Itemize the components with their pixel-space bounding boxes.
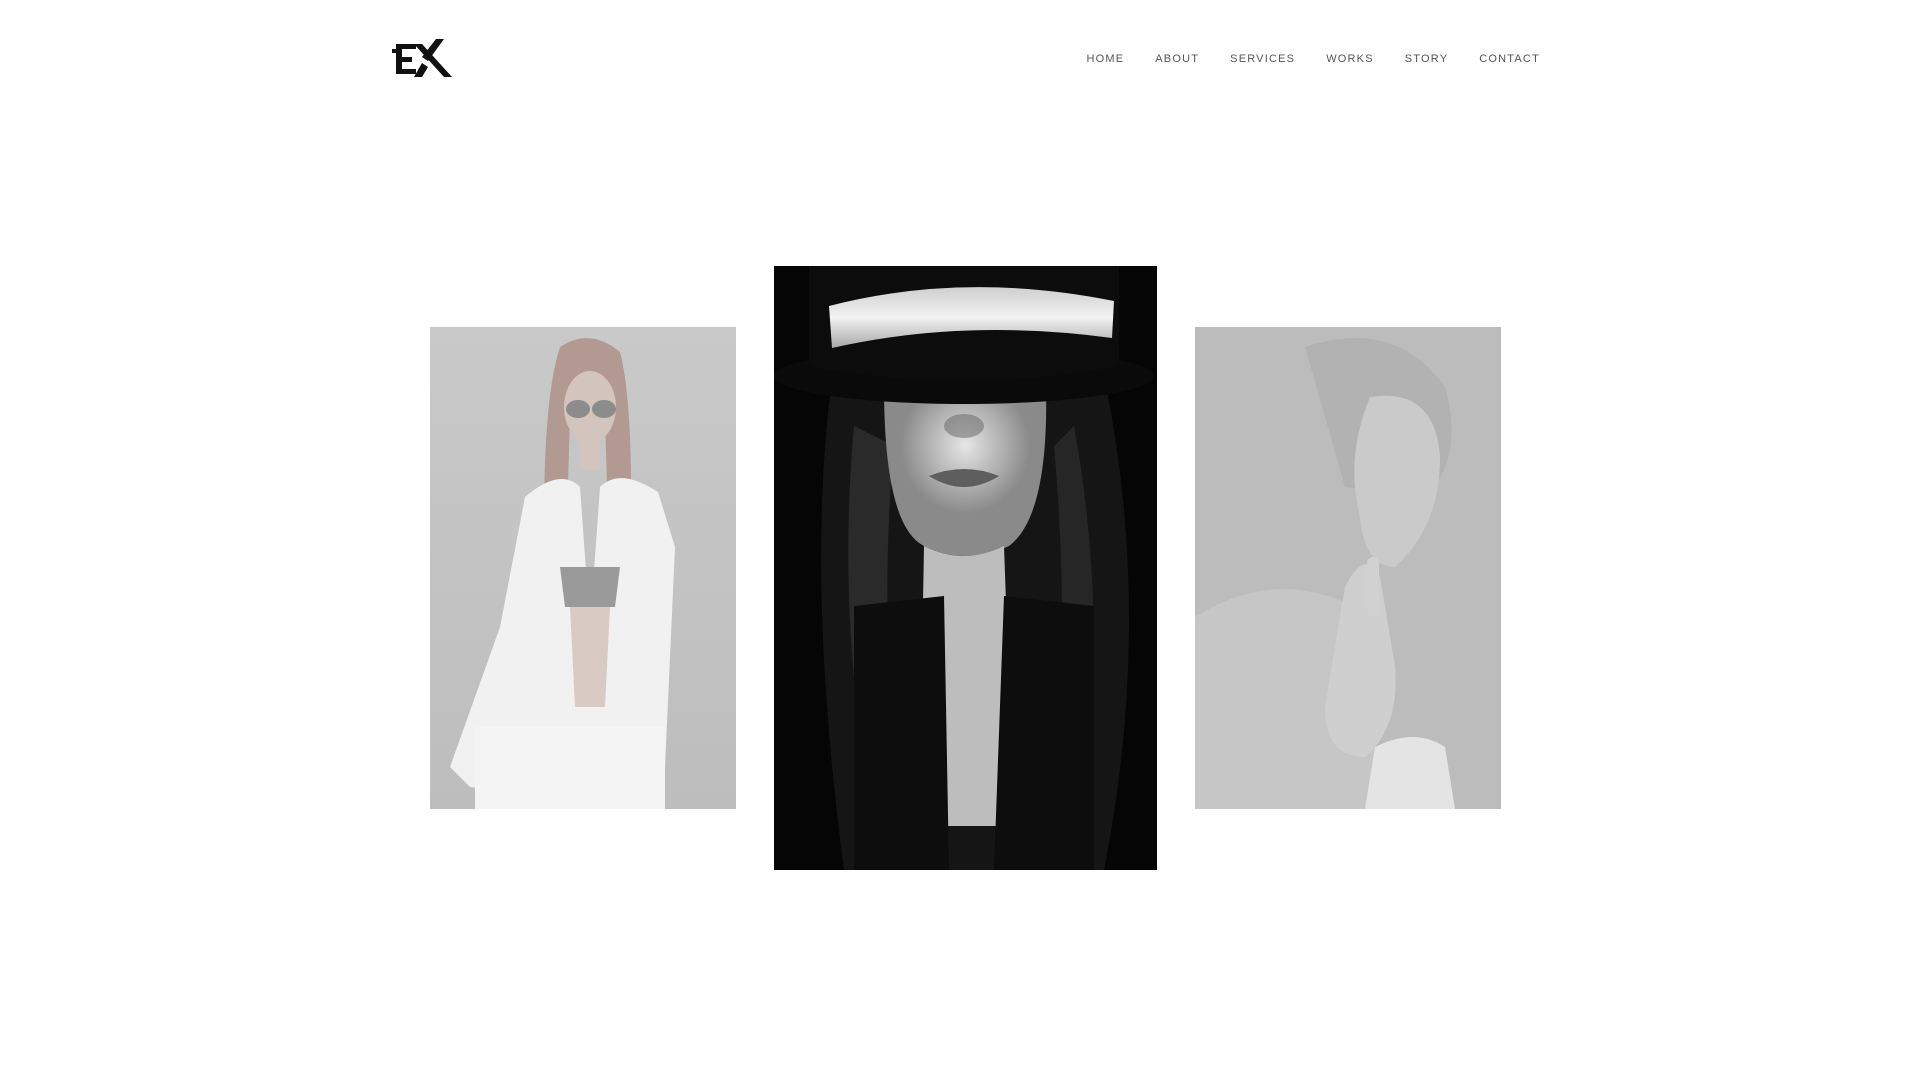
woman-in-white-suit-photo[interactable] bbox=[430, 327, 736, 809]
page: HOME ABOUT SERVICES WORKS STORY CONTACT bbox=[0, 0, 1920, 1080]
woman-in-black-hat-photo[interactable] bbox=[774, 266, 1157, 870]
image-slider bbox=[0, 0, 1920, 1080]
woman-finger-on-lips-photo[interactable] bbox=[1195, 327, 1501, 809]
